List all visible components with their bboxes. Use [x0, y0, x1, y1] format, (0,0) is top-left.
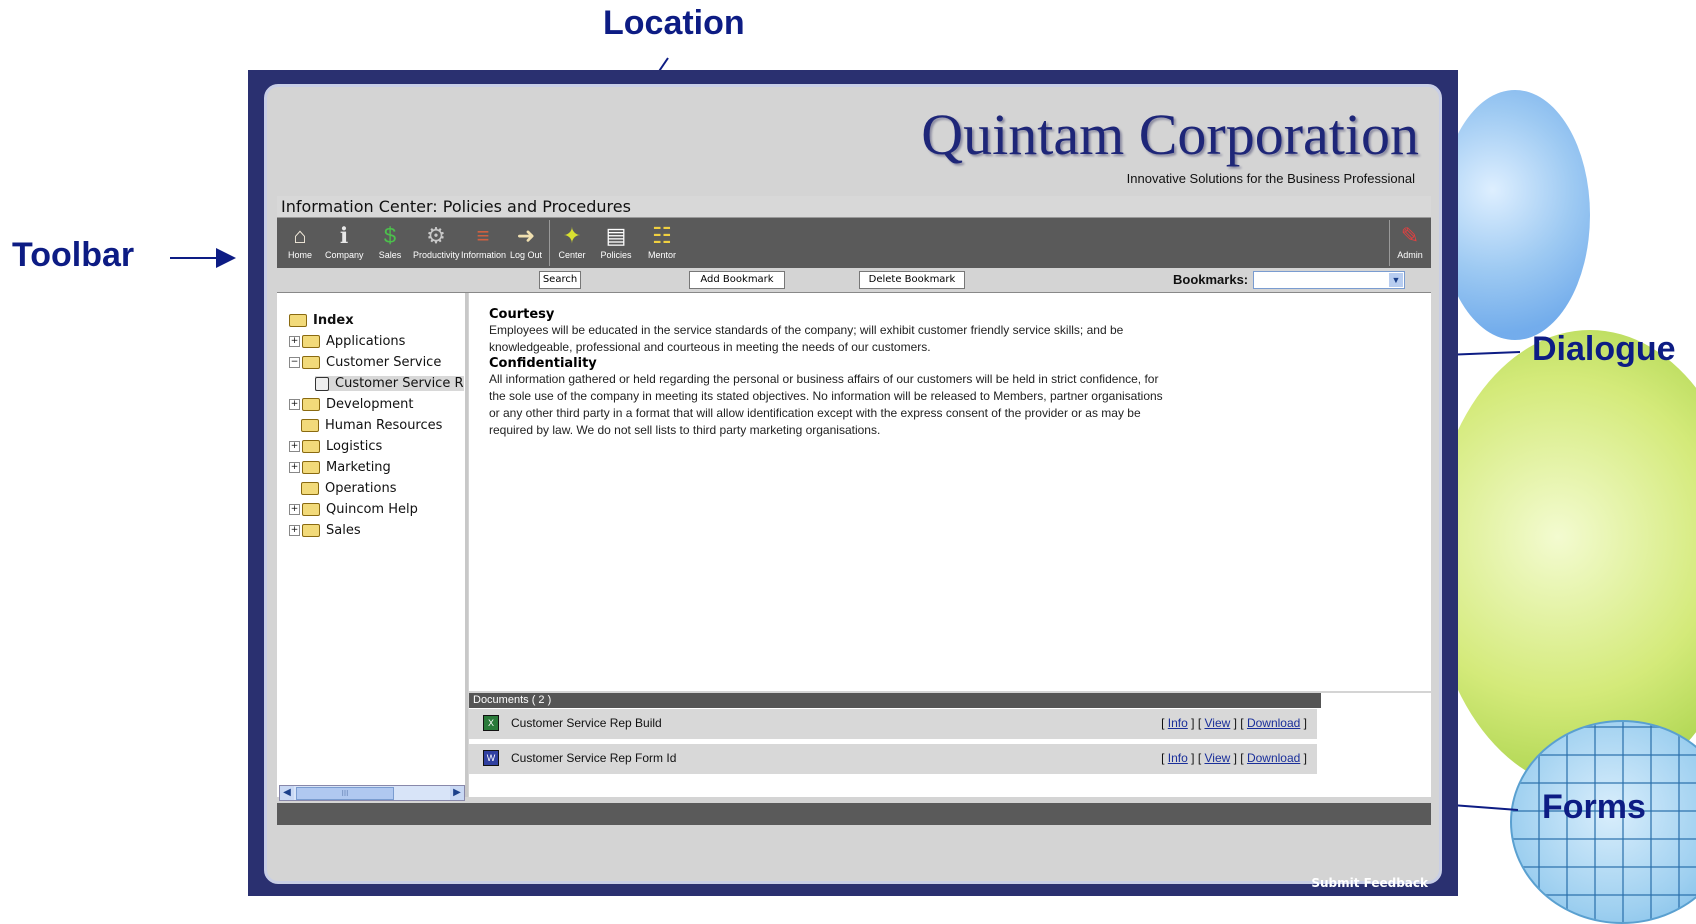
tree-item-customer-service-r[interactable]: Customer Service R — [315, 376, 464, 391]
bookmarks-label: Bookmarks: — [1173, 272, 1249, 287]
compass-icon: ✦ — [562, 223, 582, 248]
expand-icon[interactable]: + — [289, 336, 300, 347]
courtesy-heading: Courtesy — [489, 307, 555, 322]
tree-item-quincom-help[interactable]: + Quincom Help — [289, 502, 418, 517]
document-row: W Customer Service Rep Form Id [ Info ] … — [469, 744, 1317, 774]
tree-horizontal-scrollbar[interactable]: ◀ III ▶ — [279, 785, 465, 801]
tree-item-human-resources[interactable]: Human Resources — [301, 418, 442, 433]
tree-item-applications[interactable]: + Applications — [289, 334, 405, 349]
tools-icon: ✎ — [1400, 223, 1420, 248]
folder-open-icon — [302, 356, 320, 369]
folder-icon — [301, 482, 319, 495]
tree-item-sales[interactable]: + Sales — [289, 523, 361, 538]
chevron-left-icon[interactable]: ◀ — [280, 786, 294, 800]
gears-icon: ⚙ — [426, 223, 446, 248]
tree-item-logistics[interactable]: + Logistics — [289, 439, 382, 454]
chevron-right-icon[interactable]: ▶ — [450, 786, 464, 800]
folder-icon — [302, 398, 320, 411]
view-link[interactable]: View — [1204, 751, 1230, 765]
dialogue-content: Courtesy Employees will be educated in t… — [469, 293, 1431, 691]
company-tagline: Innovative Solutions for the Business Pr… — [1126, 171, 1415, 186]
confidentiality-heading: Confidentiality — [489, 356, 597, 371]
toolbar-separator — [549, 220, 550, 266]
sales-button[interactable]: $ Sales — [371, 222, 409, 266]
submit-feedback-link[interactable]: Submit Feedback — [1311, 876, 1428, 890]
company-logo: Quintam Corporation — [921, 102, 1419, 167]
download-link[interactable]: Download — [1247, 716, 1300, 730]
folder-icon — [302, 440, 320, 453]
document-row: X Customer Service Rep Build [ Info ] [ … — [469, 709, 1317, 739]
search-button[interactable]: Search — [539, 271, 581, 289]
confidentiality-text: All information gathered or held regardi… — [489, 372, 1163, 437]
money-icon: $ — [383, 223, 397, 248]
folder-icon — [302, 503, 320, 516]
information-button[interactable]: ≡ Information — [461, 222, 506, 266]
home-button[interactable]: ⌂ Home — [281, 222, 319, 266]
app-window: Quintam Corporation Innovative Solutions… — [248, 70, 1458, 896]
tree-item-development[interactable]: + Development — [289, 397, 414, 412]
expand-icon[interactable]: + — [289, 399, 300, 410]
toolbar: ⌂ Home ℹ Company $ Sales ⚙ Productivity ≡ Inf… — [277, 218, 1431, 268]
document-links: [ Info ] [ View ] [ Download ] — [1161, 716, 1307, 730]
view-link[interactable]: View — [1204, 716, 1230, 730]
scrollbar-thumb[interactable]: III — [296, 787, 394, 800]
company-icon: ℹ — [339, 223, 349, 248]
logout-icon: ➜ — [516, 223, 536, 248]
expand-icon[interactable]: + — [289, 525, 300, 536]
expand-icon[interactable]: + — [289, 462, 300, 473]
bookmarks-select[interactable]: ▼ — [1253, 271, 1405, 289]
folder-icon — [302, 461, 320, 474]
tree-item-customer-service[interactable]: − Customer Service — [289, 355, 441, 370]
delete-bookmark-button[interactable]: Delete Bookmark — [859, 271, 965, 289]
documents-header: Documents ( 2 ) — [469, 693, 1321, 708]
logout-button[interactable]: ➜ Log Out — [507, 222, 545, 266]
action-bar: Search Add Bookmark Delete Bookmark Book… — [277, 268, 1431, 293]
chevron-down-icon[interactable]: ▼ — [1389, 273, 1403, 287]
center-button[interactable]: ✦ Center — [553, 222, 591, 266]
courtesy-text: Employees will be educated in the servic… — [489, 323, 1124, 354]
books-icon: ≡ — [476, 223, 490, 248]
collapse-icon[interactable]: − — [289, 357, 300, 368]
home-icon: ⌂ — [293, 223, 307, 248]
document-name: Customer Service Rep Build — [511, 716, 662, 730]
index-tree: Index + Applications − Customer Service Cu… — [277, 293, 468, 797]
document-links: [ Info ] [ View ] [ Download ] — [1161, 751, 1307, 765]
download-link[interactable]: Download — [1247, 751, 1300, 765]
info-link[interactable]: Info — [1168, 751, 1188, 765]
toolbar-separator — [1389, 220, 1390, 266]
folder-open-icon — [289, 314, 307, 327]
mentor-button[interactable]: ☷ Mentor — [643, 222, 681, 266]
expand-icon[interactable]: + — [289, 504, 300, 515]
info-link[interactable]: Info — [1168, 716, 1188, 730]
tree-item-operations[interactable]: Operations — [301, 481, 396, 496]
page-icon — [315, 376, 329, 391]
productivity-button[interactable]: ⚙ Productivity — [413, 222, 460, 266]
document-name: Customer Service Rep Form Id — [511, 751, 677, 765]
status-bar — [277, 803, 1431, 825]
add-bookmark-button[interactable]: Add Bookmark — [689, 271, 785, 289]
policies-button[interactable]: ▤ Policies — [597, 222, 635, 266]
expand-icon[interactable]: + — [289, 441, 300, 452]
admin-button[interactable]: ✎ Admin — [1391, 222, 1429, 266]
org-chart-icon: ☷ — [652, 223, 672, 248]
tree-root-index[interactable]: Index — [289, 313, 354, 328]
company-button[interactable]: ℹ Company — [325, 222, 364, 266]
tree-item-marketing[interactable]: + Marketing — [289, 460, 391, 475]
folder-icon — [301, 419, 319, 432]
page-title: Information Center: Policies and Procedu… — [277, 196, 1431, 218]
folder-icon — [302, 335, 320, 348]
word-document-icon: W — [483, 750, 499, 766]
folder-icon — [302, 524, 320, 537]
app-panel: Quintam Corporation Innovative Solutions… — [264, 84, 1442, 884]
spreadsheet-icon: X — [483, 715, 499, 731]
document-icon: ▤ — [605, 223, 627, 248]
documents-panel: Documents ( 2 ) X Customer Service Rep B… — [469, 693, 1431, 797]
